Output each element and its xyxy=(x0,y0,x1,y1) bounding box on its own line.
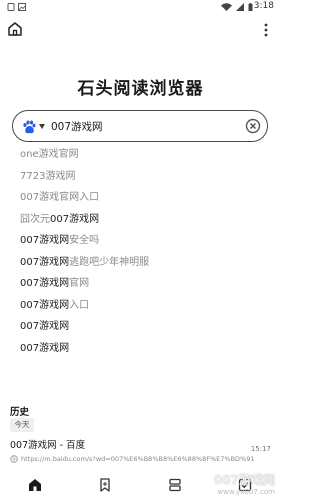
status-time: 3:18 xyxy=(253,1,274,11)
search-input[interactable]: 007游戏网 xyxy=(51,119,103,134)
suggestion-item[interactable]: 007游戏网 xyxy=(20,342,260,364)
bookmark-share-icon[interactable] xyxy=(98,478,112,492)
more-vertical-icon[interactable] xyxy=(261,22,271,38)
home-icon[interactable] xyxy=(7,21,23,37)
home-icon[interactable] xyxy=(28,478,42,492)
suggestion-item[interactable]: 007游戏网安全吗 xyxy=(20,234,260,256)
tabs-icon[interactable] xyxy=(168,478,182,492)
history-item-time: 15:17 xyxy=(250,445,271,453)
history-item-title[interactable]: 007游戏网 - 百度 xyxy=(10,437,85,451)
suggestion-list: one游戏官网 7723游戏网 007游戏官网入口 囧次元007游戏网 007游… xyxy=(20,148,260,363)
suggestion-item[interactable]: one游戏官网 xyxy=(20,148,260,170)
clear-circle-icon[interactable] xyxy=(245,118,261,134)
globe-icon xyxy=(10,455,18,463)
battery-icon xyxy=(248,3,253,11)
watermark-main: 007游戏网 xyxy=(213,473,275,487)
suggestion-item[interactable]: 囧次元007游戏网 xyxy=(20,213,260,235)
baidu-paw-icon[interactable] xyxy=(21,119,37,135)
engine-dropdown-caret[interactable] xyxy=(39,124,45,129)
watermark-sub: www.yx007.com xyxy=(217,488,275,496)
suggestion-item[interactable]: 7723游戏网 xyxy=(20,170,260,192)
suggestion-item[interactable]: 007游戏网入口 xyxy=(20,299,260,321)
image-icon xyxy=(18,3,26,11)
signal-icon xyxy=(236,3,244,11)
suggestion-item[interactable]: 007游戏网逃跑吧少年神明服 xyxy=(20,256,260,278)
history-item-url[interactable]: https://m.baidu.com/s?wd=007%E6%B8%B8%E6… xyxy=(21,455,255,463)
sim-icon xyxy=(7,3,15,11)
search-box[interactable]: 007游戏网 xyxy=(12,110,268,142)
brand-title: 石头阅读浏览器 xyxy=(77,79,204,99)
history-heading: 历史 xyxy=(10,407,30,418)
history-group-label: 今天 xyxy=(10,418,34,432)
watermark: 007游戏网 www.yx007.com xyxy=(214,471,275,496)
status-bar: 3:18 xyxy=(0,0,281,14)
suggestion-item[interactable]: 007游戏网 xyxy=(20,320,260,342)
top-toolbar xyxy=(0,14,281,44)
wifi-icon xyxy=(221,3,232,11)
suggestion-item[interactable]: 007游戏网官网 xyxy=(20,277,260,299)
suggestion-item[interactable]: 007游戏官网入口 xyxy=(20,191,260,213)
